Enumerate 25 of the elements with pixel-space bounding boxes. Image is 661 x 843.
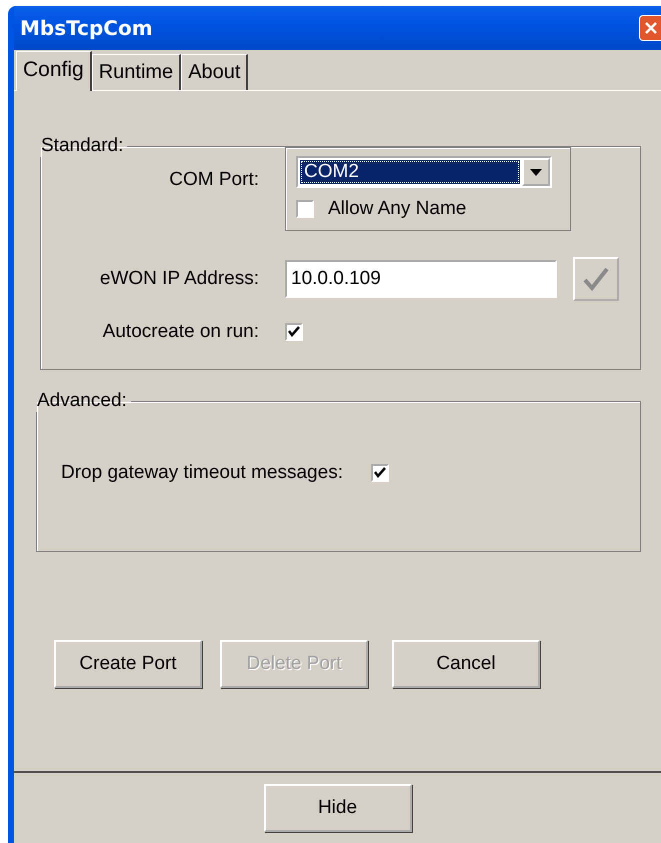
- autocreate-label: Autocreate on run:: [102, 321, 259, 343]
- checkbox[interactable]: [296, 200, 314, 218]
- close-icon: [644, 21, 658, 35]
- checkmark-icon: [582, 266, 610, 292]
- close-button[interactable]: [639, 15, 661, 41]
- checkbox-label: Allow Any Name: [328, 198, 466, 220]
- tab[interactable]: About: [181, 54, 248, 90]
- tab[interactable]: Runtime: [92, 54, 182, 90]
- com-port-dropdown[interactable]: COM2: [296, 156, 552, 188]
- dropdown-button[interactable]: [522, 158, 550, 186]
- checkbox[interactable]: [370, 464, 389, 482]
- ip-address-label: eWON IP Address:: [98, 268, 259, 290]
- checkbox[interactable]: [285, 323, 303, 341]
- tab[interactable]: Config: [16, 51, 92, 91]
- apply-button[interactable]: [573, 257, 619, 301]
- com-port-label: COM Port:: [168, 169, 259, 191]
- dialog-button[interactable]: Create Port: [54, 640, 202, 688]
- caret-icon: [530, 168, 542, 176]
- hide-button[interactable]: Hide: [264, 784, 412, 832]
- drop-timeout-label: Drop gateway timeout messages:: [61, 462, 343, 484]
- ip-address-field[interactable]: 10.0.0.109: [285, 260, 557, 298]
- group-title: Standard:: [40, 135, 124, 157]
- window-title: MbsTcpCom: [20, 16, 153, 40]
- dialog-button[interactable]: Cancel: [392, 640, 540, 688]
- group-title: Advanced:: [36, 390, 128, 412]
